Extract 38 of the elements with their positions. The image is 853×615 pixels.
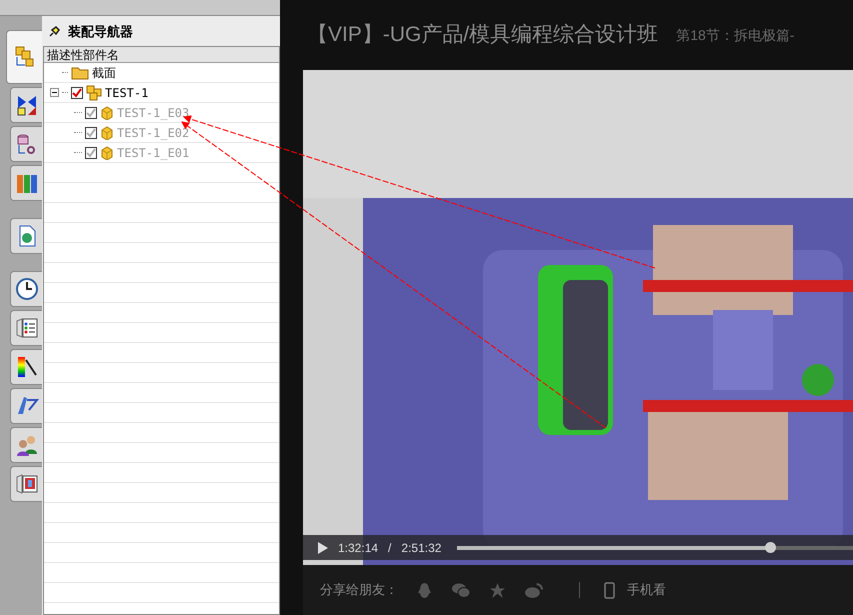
part-icon <box>100 126 114 140</box>
current-time: 1:32:14 <box>338 540 378 556</box>
side-tab[interactable] <box>10 271 42 307</box>
constraint-icon <box>14 93 38 117</box>
progress-thumb[interactable] <box>764 542 776 552</box>
side-tab[interactable] <box>10 310 42 346</box>
film-icon <box>14 472 38 496</box>
phone-icon[interactable] <box>604 582 615 598</box>
total-time: 2:51:32 <box>401 540 442 556</box>
navigator-title: 装配导航器 <box>68 23 133 42</box>
clock-icon <box>14 277 38 301</box>
list-icon <box>14 316 38 340</box>
checkbox[interactable] <box>85 146 97 158</box>
tree-item-label[interactable]: 截面 <box>92 64 116 82</box>
checkbox[interactable] <box>85 126 97 138</box>
time-separator: / <box>388 540 392 556</box>
folder-icon <box>71 66 89 80</box>
side-tab[interactable] <box>10 349 42 385</box>
lesson-title: 第18节：拆电极篇- <box>676 26 794 44</box>
side-tab[interactable] <box>10 466 42 502</box>
part-icon <box>100 106 114 120</box>
checkbox[interactable] <box>71 86 83 98</box>
pin-icon[interactable] <box>48 26 60 38</box>
people-icon <box>14 433 38 457</box>
side-tab[interactable] <box>10 87 42 123</box>
tree-item-label[interactable]: TEST-1 <box>105 84 148 102</box>
star-icon[interactable] <box>489 582 506 598</box>
play-icon[interactable] <box>318 542 328 554</box>
collapse-toggle[interactable] <box>50 88 59 97</box>
mobile-watch-link[interactable]: 手机看 <box>627 580 666 600</box>
checkbox[interactable] <box>85 106 97 118</box>
part-icon <box>100 146 114 160</box>
course-title: 【VIP】-UG产品/模具编程综合设计班 <box>307 22 658 48</box>
cubes-icon <box>12 45 36 69</box>
column-header[interactable]: 描述性部件名 <box>44 47 279 63</box>
share-label: 分享给朋友： <box>320 581 398 600</box>
assembly-icon <box>86 84 102 100</box>
video-player[interactable]: 1:32:14 / 2:51:32 <box>303 70 853 565</box>
